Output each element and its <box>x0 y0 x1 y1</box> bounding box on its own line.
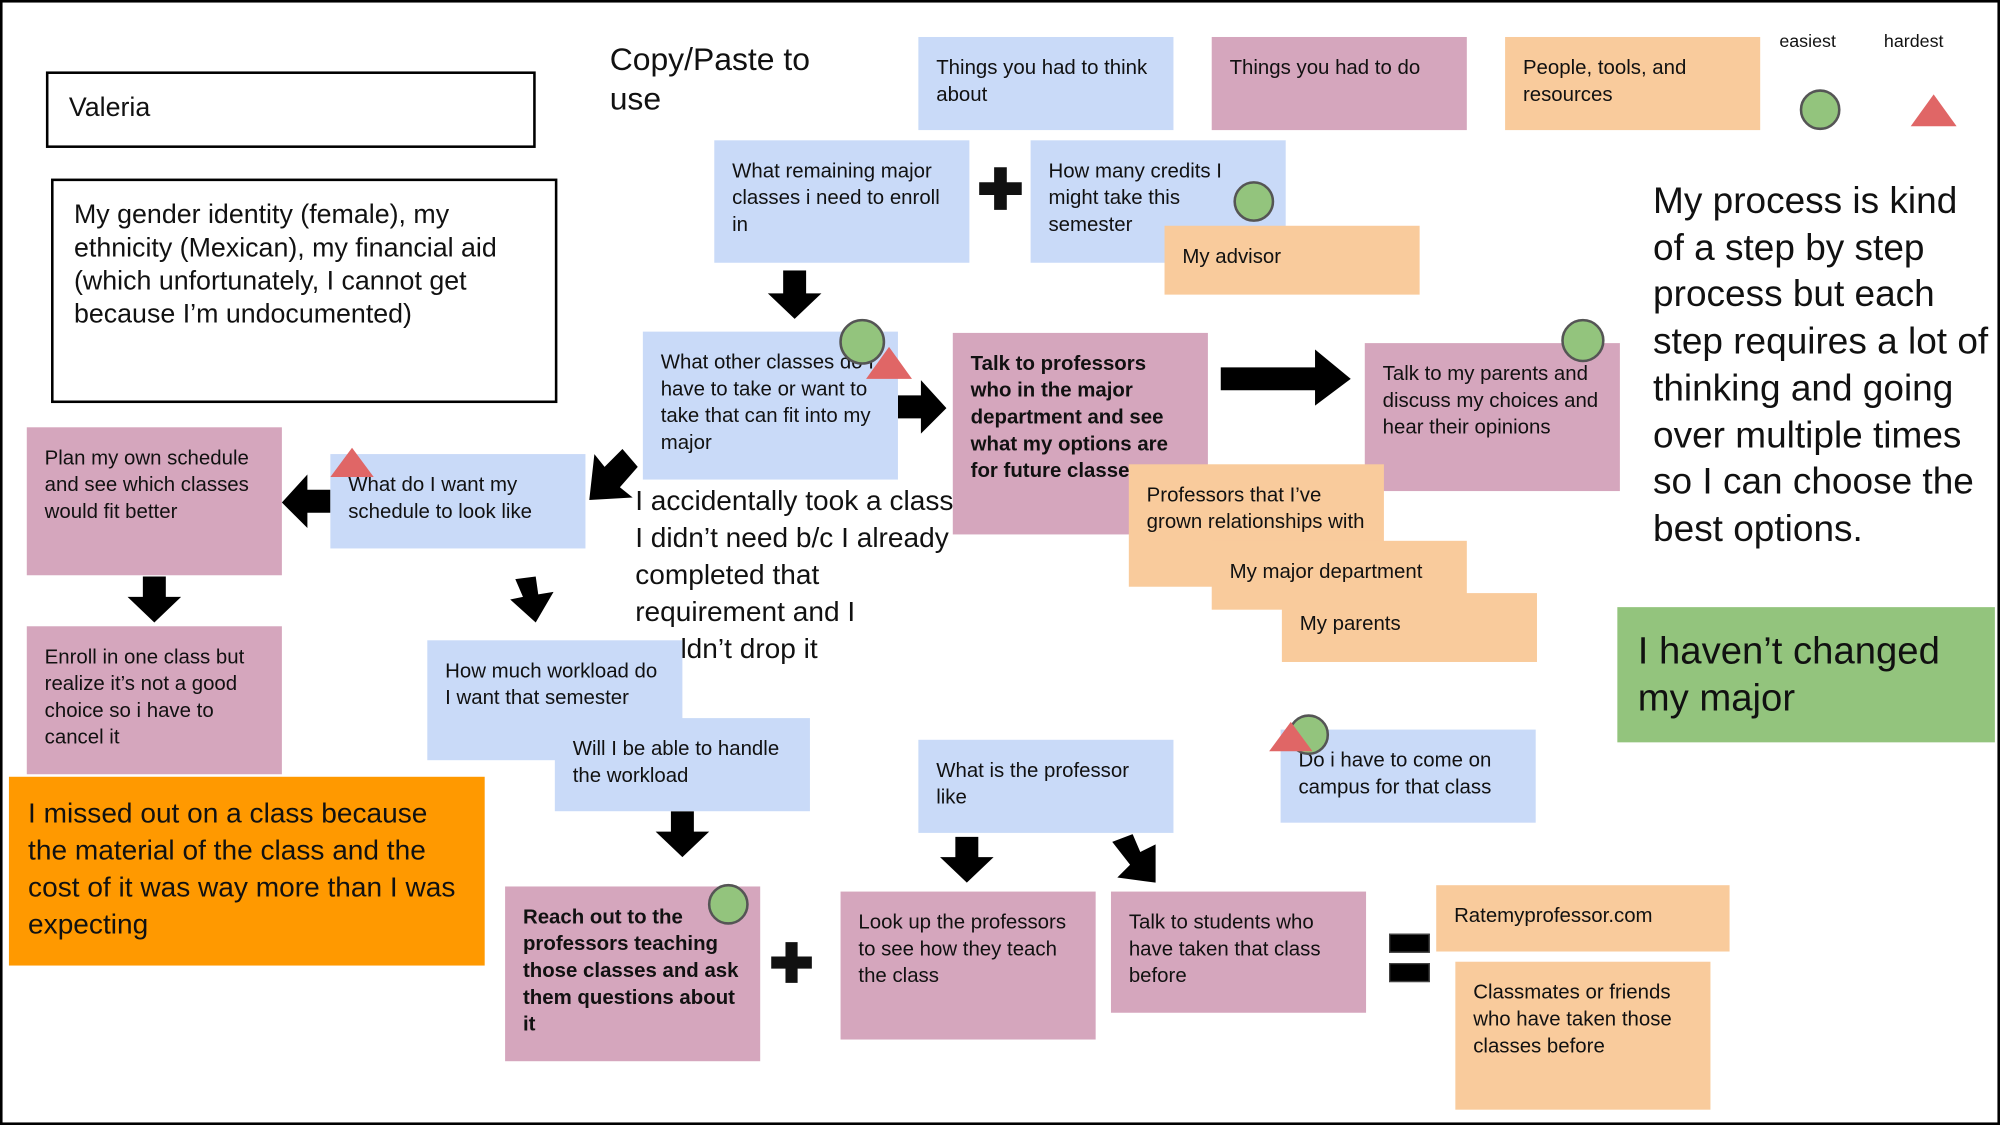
note-enroll[interactable]: Enroll in one class but realize it’s not… <box>26 626 282 775</box>
major-note[interactable]: I haven’t changed my major <box>1617 607 1995 743</box>
arrow-down-left-icon <box>589 448 638 500</box>
legend-do: Things you had to do <box>1211 36 1467 131</box>
arrow-left-icon <box>281 474 331 529</box>
note-remaining[interactable]: What remaining major classes i need to e… <box>714 140 970 263</box>
arrow-down-right-icon <box>1112 834 1156 883</box>
arrow-down-icon <box>655 811 710 858</box>
easiest-circle-icon <box>1561 318 1605 363</box>
note-talk-students[interactable]: Talk to students who have taken that cla… <box>1110 891 1367 1013</box>
note-advisor[interactable]: My advisor <box>1164 225 1420 295</box>
note-ratemyprofessor[interactable]: Ratemyprofessor.com <box>1436 885 1730 952</box>
hardest-triangle-icon <box>330 447 374 478</box>
plus-icon: ✚ <box>769 933 815 994</box>
legend-people: People, tools, and resources <box>1505 36 1761 131</box>
easiest-circle-icon <box>1799 89 1841 131</box>
easiest-circle-icon <box>707 883 749 925</box>
equals-icon <box>1389 933 1430 983</box>
note-handle-workload[interactable]: Will I be able to handle the workload <box>554 718 810 812</box>
missed-class-note[interactable]: I missed out on a class because the mate… <box>8 776 485 966</box>
process-description: My process is kind of a step by step pro… <box>1653 181 1989 550</box>
name-box[interactable]: Valeria <box>45 71 536 148</box>
arrow-down-icon <box>127 576 182 623</box>
legend-hardest: hardest <box>1883 30 1944 52</box>
arrow-right-icon <box>1220 349 1351 406</box>
note-talk-parents[interactable]: Talk to my parents and discuss my choice… <box>1364 343 1620 492</box>
identity-box[interactable]: My gender identity (female), my ethnicit… <box>51 178 558 404</box>
arrow-right-icon <box>897 380 947 434</box>
note-classmates[interactable]: Classmates or friends who have taken tho… <box>1455 961 1711 1110</box>
accident-note: I accidentally took a class I didn’t nee… <box>635 484 954 665</box>
note-parents[interactable]: My parents <box>1281 593 1537 662</box>
arrow-down-icon <box>767 270 822 319</box>
easiest-circle-icon <box>1233 181 1275 222</box>
note-look-up[interactable]: Look up the professors to see how they t… <box>840 891 1096 1040</box>
arrow-down-icon <box>510 576 554 623</box>
plus-icon: ✚ <box>977 159 1025 222</box>
hardest-triangle-icon <box>1910 94 1957 127</box>
hardest-triangle-icon <box>1269 721 1313 752</box>
copy-paste-label: Copy/Paste to use <box>609 42 810 118</box>
legend-think-label: Things you had to think about <box>936 57 1148 106</box>
legend-think: Things you had to think about <box>918 36 1174 131</box>
arrow-down-icon <box>940 836 994 883</box>
hardest-triangle-icon <box>866 346 912 379</box>
legend-easiest: easiest <box>1779 30 1836 52</box>
canvas: Valeria My gender identity (female), my … <box>0 0 2000 1125</box>
note-plan-schedule[interactable]: Plan my own schedule and see which class… <box>26 427 282 576</box>
note-professor-like[interactable]: What is the professor like <box>918 739 1174 833</box>
